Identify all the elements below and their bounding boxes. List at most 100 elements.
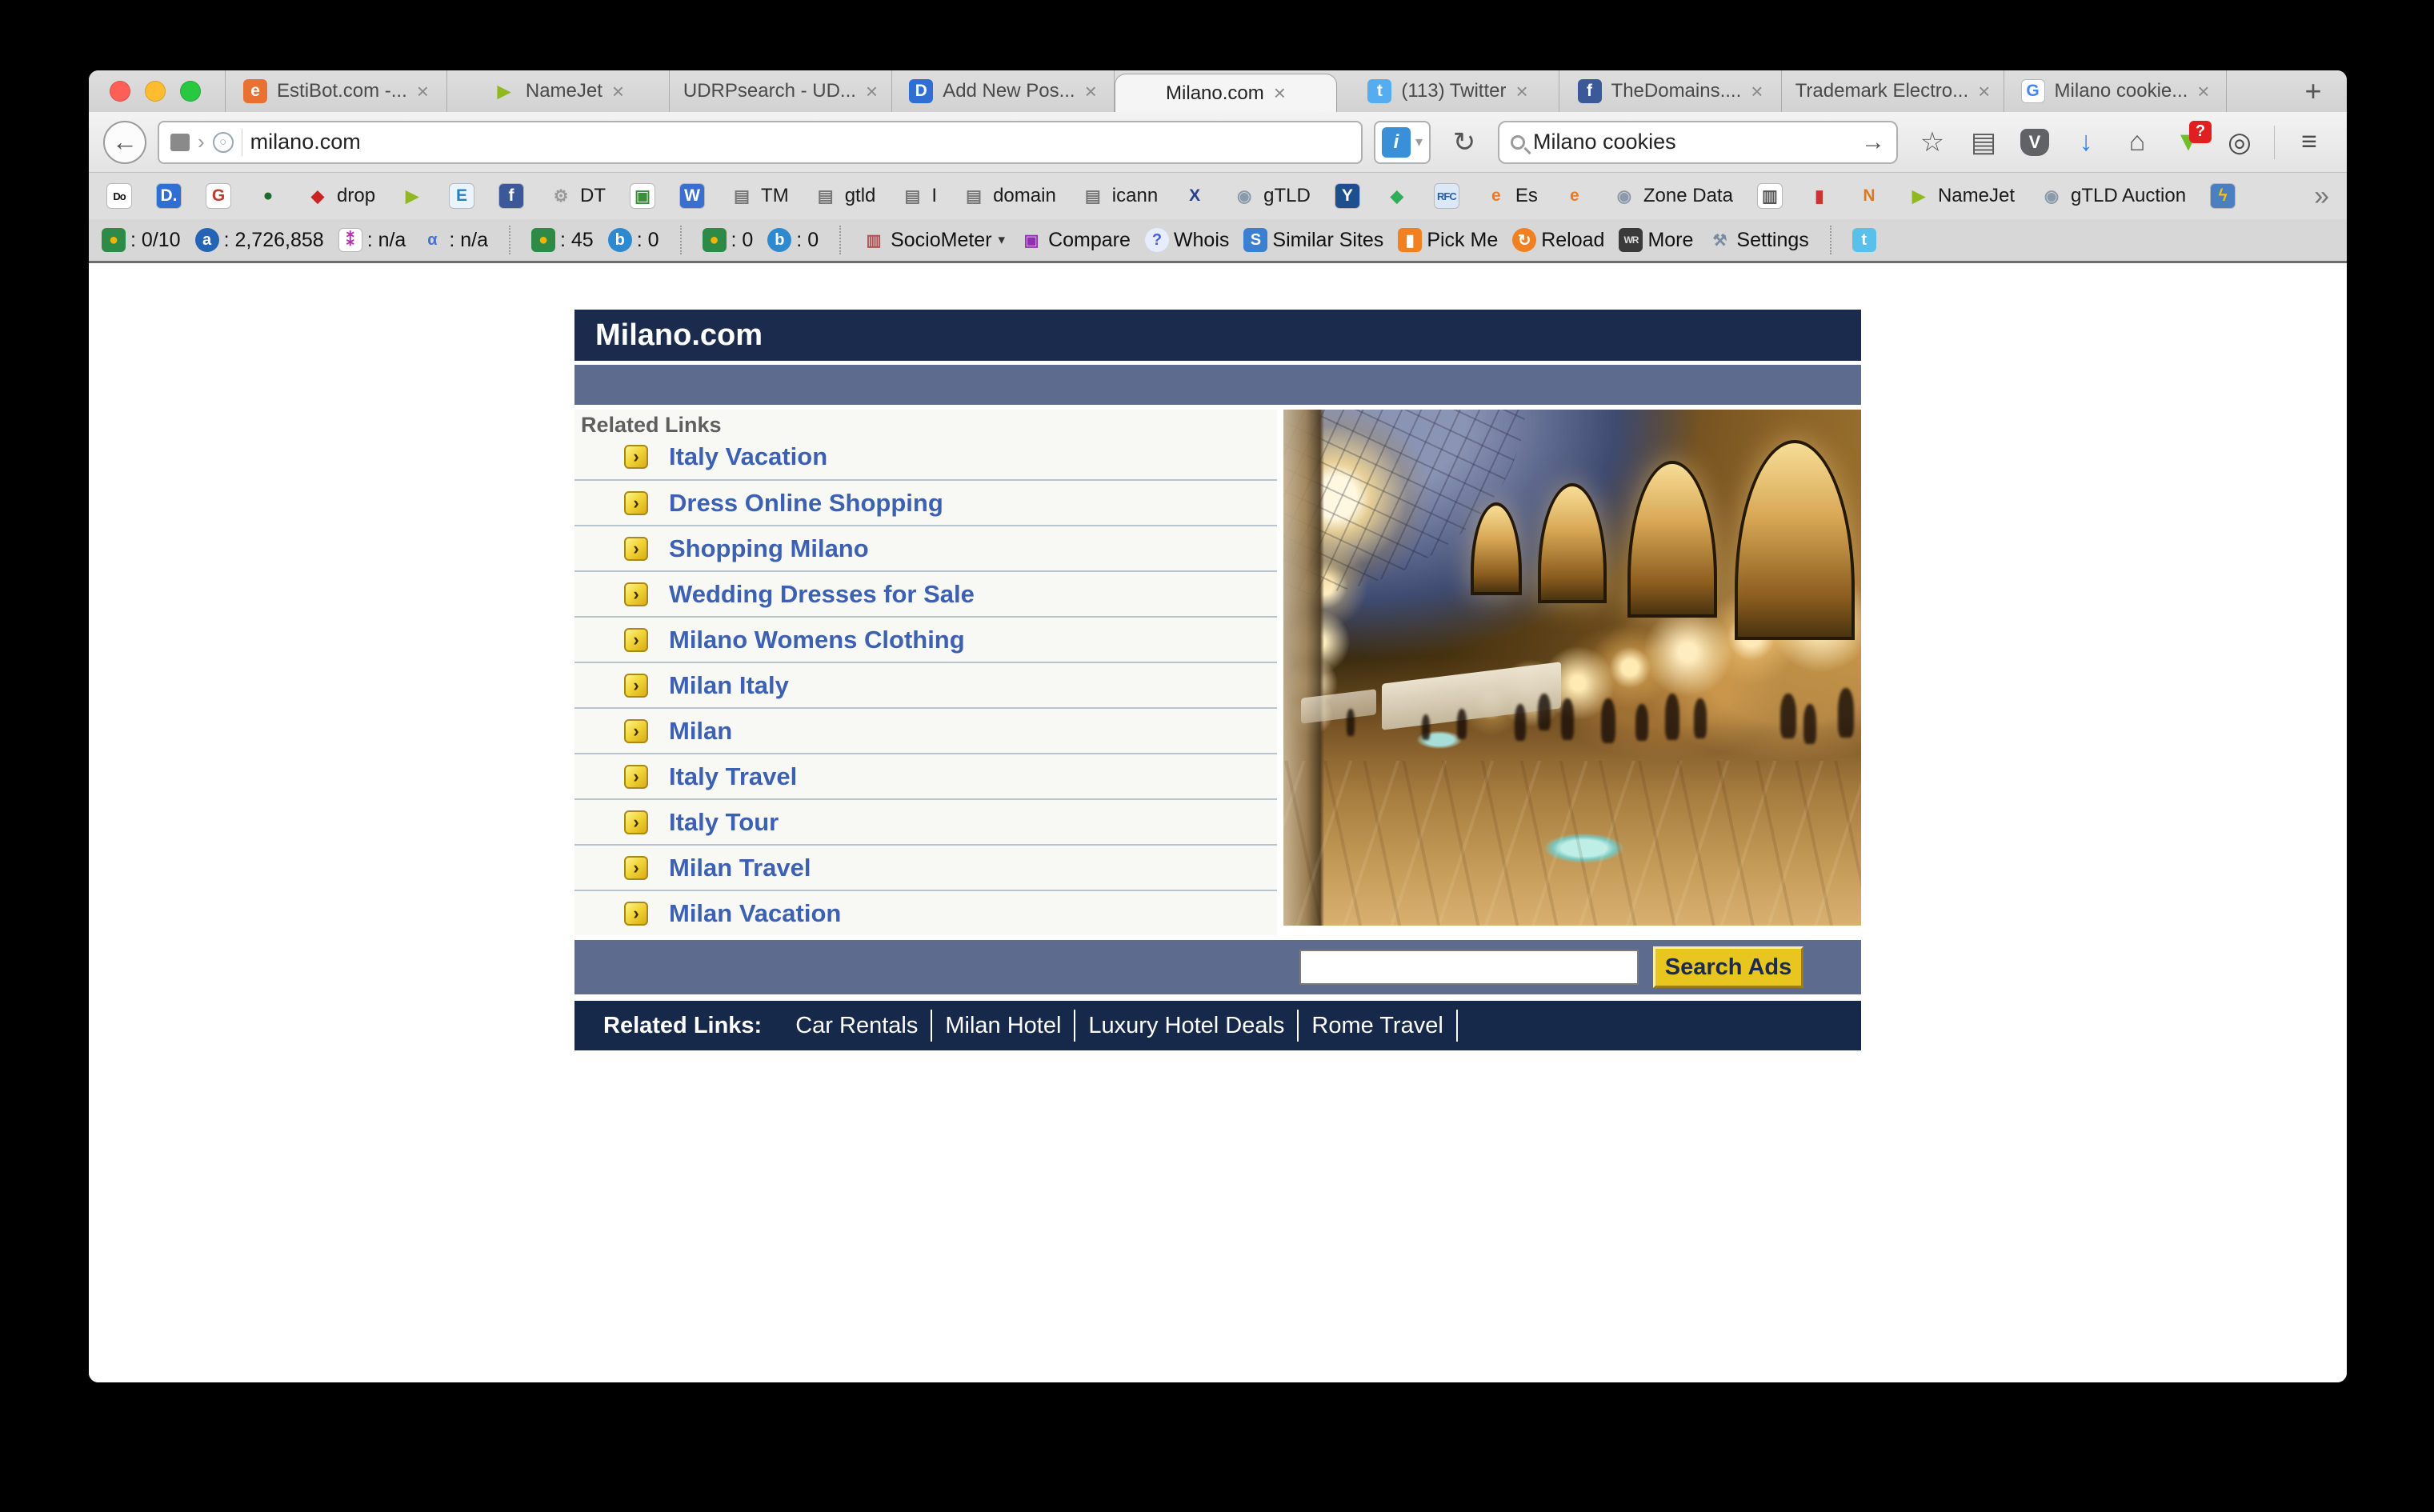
- related-link-milan-travel[interactable]: ›Milan Travel: [574, 844, 1277, 890]
- related-link-wedding-dresses-for-sale[interactable]: ›Wedding Dresses for Sale: [574, 570, 1277, 616]
- new-tab-button[interactable]: +: [2280, 70, 2347, 112]
- bookmark-x-logo-icon[interactable]: X: [1182, 183, 1207, 209]
- bookmark-star-button[interactable]: ☆: [1909, 119, 1956, 166]
- bookmarks-overflow-button[interactable]: »: [2314, 181, 2329, 212]
- seo-item-45[interactable]: ●: 45: [531, 228, 594, 252]
- bookmark-es[interactable]: eEs: [1483, 183, 1538, 209]
- seo-item-similar-sites[interactable]: SSimilar Sites: [1243, 228, 1383, 252]
- seo-item-twitter-icon[interactable]: t: [1852, 228, 1876, 252]
- related-link-italy-vacation[interactable]: ›Italy Vacation: [574, 434, 1277, 479]
- bookmark-delicious-icon[interactable]: D.: [156, 183, 182, 209]
- tab-trademark-electro[interactable]: Trademark Electro...×: [1782, 70, 2004, 112]
- seo-item-0[interactable]: b: 0: [767, 228, 819, 252]
- tab-milano-com[interactable]: Milano.com×: [1115, 74, 1337, 112]
- ads-search-input[interactable]: [1299, 950, 1639, 985]
- footer-link-car-rentals[interactable]: Car Rentals: [783, 1010, 932, 1042]
- bookmark-i[interactable]: ▤I: [899, 183, 937, 209]
- related-link-dress-online-shopping[interactable]: ›Dress Online Shopping: [574, 479, 1277, 525]
- tab-udrpsearch-ud[interactable]: UDRPsearch - UD...×: [670, 70, 892, 112]
- bookmark-icann[interactable]: ▤icann: [1080, 183, 1158, 209]
- bookmark-do-icon[interactable]: Do: [106, 183, 132, 209]
- seo-item-sociometer[interactable]: ▥SocioMeter▾: [862, 228, 1005, 252]
- search-input[interactable]: [1533, 130, 1853, 154]
- tab-close-icon[interactable]: ×: [417, 79, 429, 104]
- bookmark-lightning-icon[interactable]: ϟ: [2210, 183, 2236, 209]
- related-link-italy-tour[interactable]: ›Italy Tour: [574, 798, 1277, 844]
- bookmark-gtld-auction[interactable]: ◉gTLD Auction: [2039, 183, 2186, 209]
- seo-item-reload[interactable]: ↻Reload: [1512, 228, 1604, 252]
- tab-estibot-com[interactable]: eEstiBot.com -...×: [225, 70, 447, 112]
- tab-close-icon[interactable]: ×: [866, 79, 878, 104]
- related-link-shopping-milano[interactable]: ›Shopping Milano: [574, 525, 1277, 570]
- tab-close-icon[interactable]: ×: [2197, 79, 2209, 104]
- downloads-button[interactable]: ↓: [2063, 119, 2109, 166]
- tab-close-icon[interactable]: ×: [1515, 79, 1527, 104]
- footer-link-luxury-hotel-deals[interactable]: Luxury Hotel Deals: [1075, 1010, 1299, 1042]
- bookmark-tm[interactable]: ▤TM: [729, 183, 789, 209]
- footer-link-milan-hotel[interactable]: Milan Hotel: [932, 1010, 1075, 1042]
- seo-item-n-a[interactable]: ⁑: n/a: [338, 228, 406, 252]
- minimize-window-button[interactable]: [145, 81, 166, 102]
- bookmark-gtld[interactable]: ▤gtld: [813, 183, 876, 209]
- bookmark-green-diamond-icon[interactable]: ◆: [1384, 183, 1410, 209]
- tab-close-icon[interactable]: ×: [1274, 81, 1286, 106]
- seo-item-more[interactable]: WRMore: [1619, 228, 1693, 252]
- tab-close-icon[interactable]: ×: [1978, 79, 1990, 104]
- tab-milano-cookie[interactable]: GMilano cookie...×: [2004, 70, 2227, 112]
- bookmark-zone-data[interactable]: ◉Zone Data: [1611, 183, 1733, 209]
- bookmark-rfc-icon[interactable]: RFC: [1434, 183, 1459, 209]
- url-bar[interactable]: › ○ milano.com: [158, 121, 1363, 164]
- seo-item-0-10[interactable]: ●: 0/10: [102, 228, 181, 252]
- tab-namejet[interactable]: ▶NameJet×: [447, 70, 670, 112]
- related-link-milan-italy[interactable]: ›Milan Italy: [574, 662, 1277, 707]
- close-window-button[interactable]: [110, 81, 130, 102]
- bookmark-g-swirl-icon[interactable]: G: [206, 183, 231, 209]
- seo-item-0[interactable]: ●: 0: [703, 228, 754, 252]
- zoom-window-button[interactable]: [180, 81, 201, 102]
- bookmark-escrow-shield-icon[interactable]: E: [449, 183, 474, 209]
- seo-helper-button[interactable]: ▼?: [2165, 119, 2212, 166]
- bookmark-green-globe-icon[interactable]: ●: [255, 183, 281, 209]
- related-link-milano-womens-clothing[interactable]: ›Milano Womens Clothing: [574, 616, 1277, 662]
- bookmark-y-circle-icon[interactable]: Y: [1335, 183, 1360, 209]
- bookmark-red-card-icon[interactable]: ▮: [1807, 183, 1832, 209]
- search-ads-button[interactable]: Search Ads: [1653, 946, 1803, 988]
- footer-link-rome-travel[interactable]: Rome Travel: [1299, 1010, 1457, 1042]
- bookmark-e-orange-icon[interactable]: e: [1562, 183, 1587, 209]
- tab-close-icon[interactable]: ×: [1085, 79, 1097, 104]
- tab-113-twitter[interactable]: t(113) Twitter×: [1337, 70, 1559, 112]
- bookmark-namejet[interactable]: ▶NameJet: [1906, 183, 2015, 209]
- related-link-milan[interactable]: ›Milan: [574, 707, 1277, 753]
- bookmark-dt[interactable]: ⚙DT: [548, 183, 606, 209]
- bookmark-gtld[interactable]: ◉gTLD: [1231, 183, 1311, 209]
- search-bar[interactable]: →: [1498, 121, 1898, 164]
- menu-button[interactable]: ≡: [2286, 119, 2332, 166]
- seo-item-pick-me[interactable]: ▮Pick Me: [1398, 228, 1498, 252]
- site-identity-icon[interactable]: [170, 134, 190, 151]
- bookmark-drop[interactable]: ◆drop: [305, 183, 375, 209]
- bookmark-facebook-icon[interactable]: f: [498, 183, 524, 209]
- seo-item-0[interactable]: b: 0: [608, 228, 659, 252]
- password-manager-button[interactable]: ◎: [2216, 119, 2263, 166]
- reload-button[interactable]: ↻: [1442, 121, 1487, 164]
- seo-item-compare[interactable]: ▣Compare: [1019, 228, 1131, 252]
- bookmark-domain[interactable]: ▤domain: [961, 183, 1056, 209]
- seo-item-2-726-858[interactable]: a: 2,726,858: [195, 228, 324, 252]
- home-button[interactable]: ⌂: [2114, 119, 2160, 166]
- bookmark-chart-icon[interactable]: ▥: [1757, 183, 1783, 209]
- tab-close-icon[interactable]: ×: [612, 79, 624, 104]
- reading-list-button[interactable]: ▤: [1960, 119, 2007, 166]
- pocket-button[interactable]: V: [2012, 119, 2058, 166]
- bookmark-w-doc-icon[interactable]: W: [679, 183, 705, 209]
- bookmark-namejet-n-icon[interactable]: N: [1856, 183, 1882, 209]
- related-link-italy-travel[interactable]: ›Italy Travel: [574, 753, 1277, 798]
- url-text[interactable]: milano.com: [250, 130, 361, 154]
- tab-close-icon[interactable]: ×: [1751, 79, 1763, 104]
- related-link-milan-vacation[interactable]: ›Milan Vacation: [574, 890, 1277, 935]
- go-arrow-icon[interactable]: →: [1861, 129, 1885, 156]
- seo-item-n-a[interactable]: α: n/a: [420, 228, 488, 252]
- tab-thedomains[interactable]: fTheDomains....×: [1559, 70, 1782, 112]
- extension-info-button[interactable]: i ▾: [1374, 121, 1431, 164]
- bookmark-photo-icon[interactable]: ▣: [630, 183, 655, 209]
- tab-add-new-pos[interactable]: DAdd New Pos...×: [892, 70, 1115, 112]
